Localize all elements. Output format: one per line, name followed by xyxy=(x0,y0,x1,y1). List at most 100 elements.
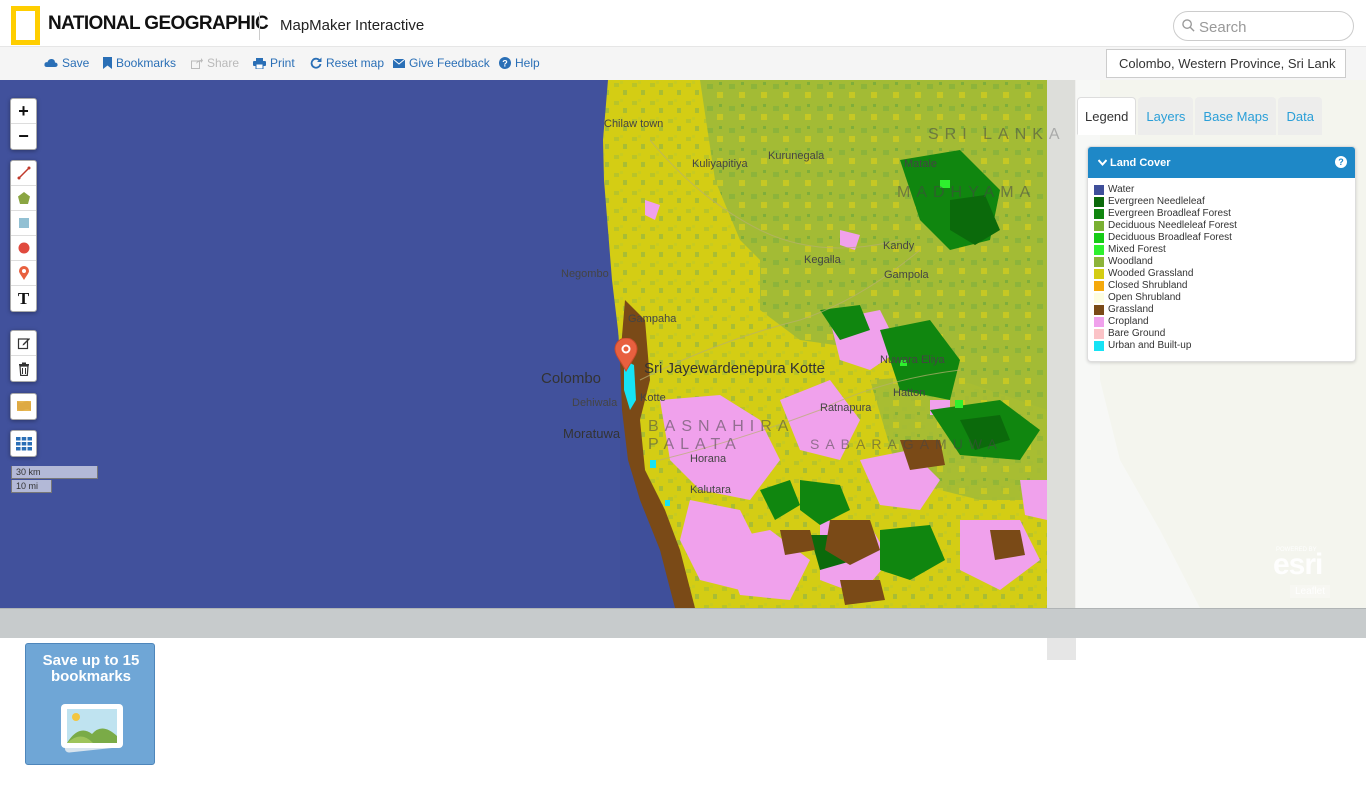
promo-text: Save up to 15 bookmarks xyxy=(42,652,140,685)
legend-label: Water xyxy=(1108,184,1135,195)
grid-button[interactable] xyxy=(11,431,36,456)
legend-label: Bare Ground xyxy=(1108,328,1166,339)
label-gampaha: Gampaha xyxy=(628,313,677,325)
leaflet-attribution[interactable]: Leaflet xyxy=(1290,585,1331,598)
location-marker-icon[interactable] xyxy=(614,338,638,372)
tab-data[interactable]: Data xyxy=(1278,97,1322,135)
search-input[interactable] xyxy=(1199,17,1344,37)
legend-item: Cropland xyxy=(1094,316,1149,327)
legend-label: Evergreen Broadleaf Forest xyxy=(1108,208,1231,219)
label-region-sabaragamuwa: SABARAGAMUWA xyxy=(810,436,1003,452)
legend-help-icon[interactable]: ? xyxy=(1335,156,1347,168)
print-button[interactable]: Print xyxy=(253,56,295,70)
esri-logo[interactable]: esri xyxy=(1273,548,1323,582)
panel-tabs: Legend Layers Base Maps Data xyxy=(1077,97,1324,135)
rectangle-icon xyxy=(18,218,29,228)
legend-label: Urban and Built-up xyxy=(1108,340,1192,351)
legend-label: Mixed Forest xyxy=(1108,244,1166,255)
header: NATIONAL GEOGRAPHIC MapMaker Interactive xyxy=(0,0,1366,47)
legend-label: Woodland xyxy=(1108,256,1153,267)
help-button[interactable]: ? Help xyxy=(499,56,540,70)
label-ratnapura: Ratnapura xyxy=(820,402,872,414)
legend-item: Urban and Built-up xyxy=(1094,340,1191,351)
legend-swatch xyxy=(1094,256,1104,267)
label-moratuwa: Moratuwa xyxy=(563,426,621,441)
legend-header[interactable]: Land Cover ? xyxy=(1088,147,1355,178)
label-kalutara: Kalutara xyxy=(690,484,731,496)
search-icon xyxy=(1182,19,1195,32)
search-box[interactable] xyxy=(1173,11,1354,41)
edit-button[interactable] xyxy=(11,331,36,356)
tab-base-maps[interactable]: Base Maps xyxy=(1195,97,1277,135)
legend-swatch xyxy=(1094,304,1104,315)
feedback-button[interactable]: Give Feedback xyxy=(393,56,490,70)
label-kegalla: Kegalla xyxy=(804,254,841,266)
tab-layers[interactable]: Layers xyxy=(1138,97,1194,135)
legend-item: Bare Ground xyxy=(1094,328,1165,339)
legend-swatch xyxy=(1094,232,1104,243)
zoom-in-button[interactable]: + xyxy=(11,99,36,124)
legend-label: Evergreen Needleleaf xyxy=(1108,196,1205,207)
line-icon xyxy=(17,166,30,180)
legend-swatch xyxy=(1094,328,1104,339)
draw-text-button[interactable]: T xyxy=(11,286,36,311)
legend-item: Wooded Grassland xyxy=(1094,268,1193,279)
draw-circle-button[interactable] xyxy=(11,236,36,261)
brand-name[interactable]: NATIONAL GEOGRAPHIC xyxy=(48,13,269,35)
legend-item: Deciduous Broadleaf Forest xyxy=(1094,232,1232,243)
tab-legend[interactable]: Legend xyxy=(1077,97,1137,135)
draw-rectangle-button[interactable] xyxy=(11,211,36,236)
legend-title: Land Cover xyxy=(1110,156,1171,169)
toolbar: Save Bookmarks Share Print Reset map Giv… xyxy=(0,47,1366,80)
share-label: Share xyxy=(207,56,240,70)
label-region-basnahira: BASNAHIRA PALATA xyxy=(648,418,794,453)
help-label: Help xyxy=(515,56,540,70)
circle-icon xyxy=(18,242,29,254)
legend-swatch xyxy=(1094,280,1104,291)
save-label: Save xyxy=(62,56,90,70)
label-horana: Horana xyxy=(690,453,727,465)
legend-swatch xyxy=(1094,184,1104,195)
bookmark-promo-card[interactable]: Save up to 15 bookmarks xyxy=(25,643,155,765)
polygon-icon xyxy=(17,192,30,204)
edit-toolbar xyxy=(10,330,37,382)
draw-line-button[interactable] xyxy=(11,161,36,186)
print-label: Print xyxy=(270,56,295,70)
share-button[interactable]: Share xyxy=(191,56,239,70)
label-negombo: Negombo xyxy=(561,268,609,280)
label-kotte-small: Kotte xyxy=(640,392,666,404)
reset-map-button[interactable]: Reset map xyxy=(310,56,384,70)
draw-marker-button[interactable] xyxy=(11,261,36,286)
draw-polygon-button[interactable] xyxy=(11,186,36,211)
legend-panel: Land Cover ? Water Evergreen Needleleaf Ev… xyxy=(1087,146,1356,362)
label-kuliyapitiya: Kuliyapitiya xyxy=(692,158,748,170)
legend-item: Mixed Forest xyxy=(1094,244,1166,255)
legend-label: Open Shrubland xyxy=(1108,292,1181,303)
cloud-icon xyxy=(44,58,58,67)
flag-control xyxy=(10,393,37,420)
legend-swatch xyxy=(1094,196,1104,207)
location-display[interactable]: Colombo, Western Province, Sri Lank xyxy=(1106,49,1346,78)
bookmarks-button[interactable]: Bookmarks xyxy=(103,56,176,70)
legend-label: Closed Shrubland xyxy=(1108,280,1188,291)
bookmarks-label: Bookmarks xyxy=(116,56,177,70)
legend-item: Open Shrubland xyxy=(1094,292,1181,303)
grid-icon xyxy=(15,436,32,450)
app-title: MapMaker Interactive xyxy=(280,17,425,34)
panel-divider xyxy=(1047,80,1076,660)
trash-icon xyxy=(18,362,29,376)
label-kotte: Sri Jayewardenepura Kotte xyxy=(644,360,825,377)
label-region-madhyama: MADHYAMA xyxy=(897,184,1037,201)
printer-icon xyxy=(253,57,266,69)
legend-item: Grassland xyxy=(1094,304,1154,315)
legend-item: Water xyxy=(1094,184,1134,195)
legend-swatch xyxy=(1094,316,1104,327)
zoom-out-button[interactable]: − xyxy=(11,124,36,149)
legend-swatch xyxy=(1094,208,1104,219)
grid-control xyxy=(10,430,37,457)
flag-button[interactable] xyxy=(11,394,36,419)
legend-label: Wooded Grassland xyxy=(1108,268,1194,279)
save-button[interactable]: Save xyxy=(44,56,89,70)
natgeo-logo[interactable] xyxy=(11,6,40,45)
delete-button[interactable] xyxy=(11,356,36,381)
